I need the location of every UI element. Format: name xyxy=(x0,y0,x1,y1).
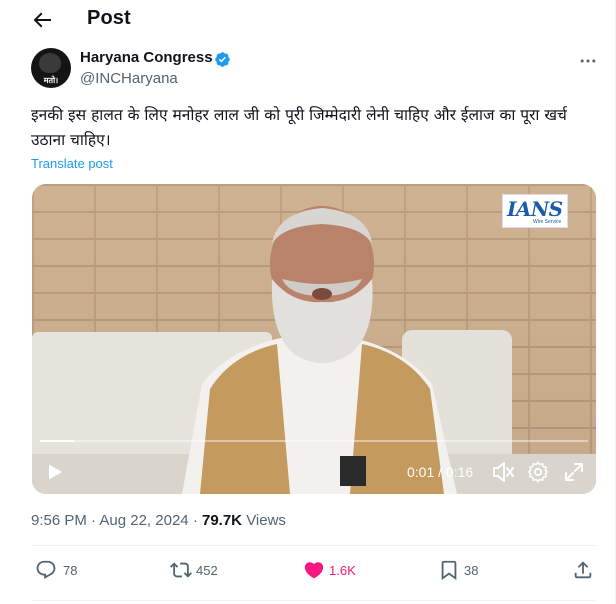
translate-post-link[interactable]: Translate post xyxy=(31,156,113,171)
watermark-subtext: Wire Service xyxy=(533,219,562,225)
divider xyxy=(31,545,596,546)
author-handle[interactable]: @INCHaryana xyxy=(80,70,178,87)
page-title: Post xyxy=(87,7,131,29)
share-button[interactable] xyxy=(572,559,594,583)
video-frame-person xyxy=(32,206,596,494)
like-button[interactable]: 1.6K xyxy=(303,559,363,583)
repost-count: 452 xyxy=(196,563,218,578)
like-count: 1.6K xyxy=(329,563,356,578)
share-icon xyxy=(574,561,592,579)
avatar-face xyxy=(39,53,61,73)
reply-count: 78 xyxy=(63,563,78,578)
tweet-text: इनकी इस हालत के लिए मनोहर लाल जी को पूरी… xyxy=(31,106,567,149)
divider xyxy=(31,600,596,601)
meta-separator: · xyxy=(91,512,97,529)
bookmark-count: 38 xyxy=(464,563,479,578)
heart-filled-icon xyxy=(304,562,324,579)
fullscreen-icon[interactable] xyxy=(564,462,584,482)
bookmark-button[interactable]: 38 xyxy=(438,559,488,583)
verified-badge-icon xyxy=(215,52,230,67)
volume-muted-icon[interactable] xyxy=(492,461,516,483)
play-icon[interactable] xyxy=(46,463,64,481)
video-progress-bar[interactable] xyxy=(40,440,588,442)
watermark-text: IANS xyxy=(507,197,563,221)
author-name[interactable]: Haryana Congress xyxy=(80,49,213,66)
back-arrow-icon[interactable] xyxy=(28,8,56,32)
video-time-display: 0:01 / 0:16 xyxy=(407,464,474,480)
meta-separator: · xyxy=(192,512,198,529)
avatar[interactable]: मतो। xyxy=(31,48,71,88)
ians-watermark-logo: IANS Wire Service xyxy=(502,194,568,228)
avatar-logo-text: मतो। xyxy=(43,76,59,85)
post-metadata: 9:56 PM · Aug 22, 2024 · 79.7K Views xyxy=(31,512,286,529)
views-label: Views xyxy=(246,512,286,529)
post-view: Post मतो। Haryana Congress @INCHaryana इ… xyxy=(0,0,616,604)
repost-icon xyxy=(170,562,192,578)
video-player[interactable]: IANS Wire Service 0:01 / 0:16 xyxy=(32,184,596,494)
repost-button[interactable]: 452 xyxy=(170,559,230,583)
video-progress-fill xyxy=(40,440,75,442)
reply-button[interactable]: 78 xyxy=(35,559,95,583)
post-header: Post xyxy=(0,0,615,40)
settings-gear-icon[interactable] xyxy=(527,461,549,483)
post-date[interactable]: Aug 22, 2024 xyxy=(99,512,188,529)
reply-icon xyxy=(36,560,56,579)
views-count: 79.7K xyxy=(201,512,243,529)
bookmark-icon xyxy=(441,560,457,581)
more-options-icon[interactable] xyxy=(578,51,598,71)
post-time[interactable]: 9:56 PM xyxy=(31,512,87,529)
